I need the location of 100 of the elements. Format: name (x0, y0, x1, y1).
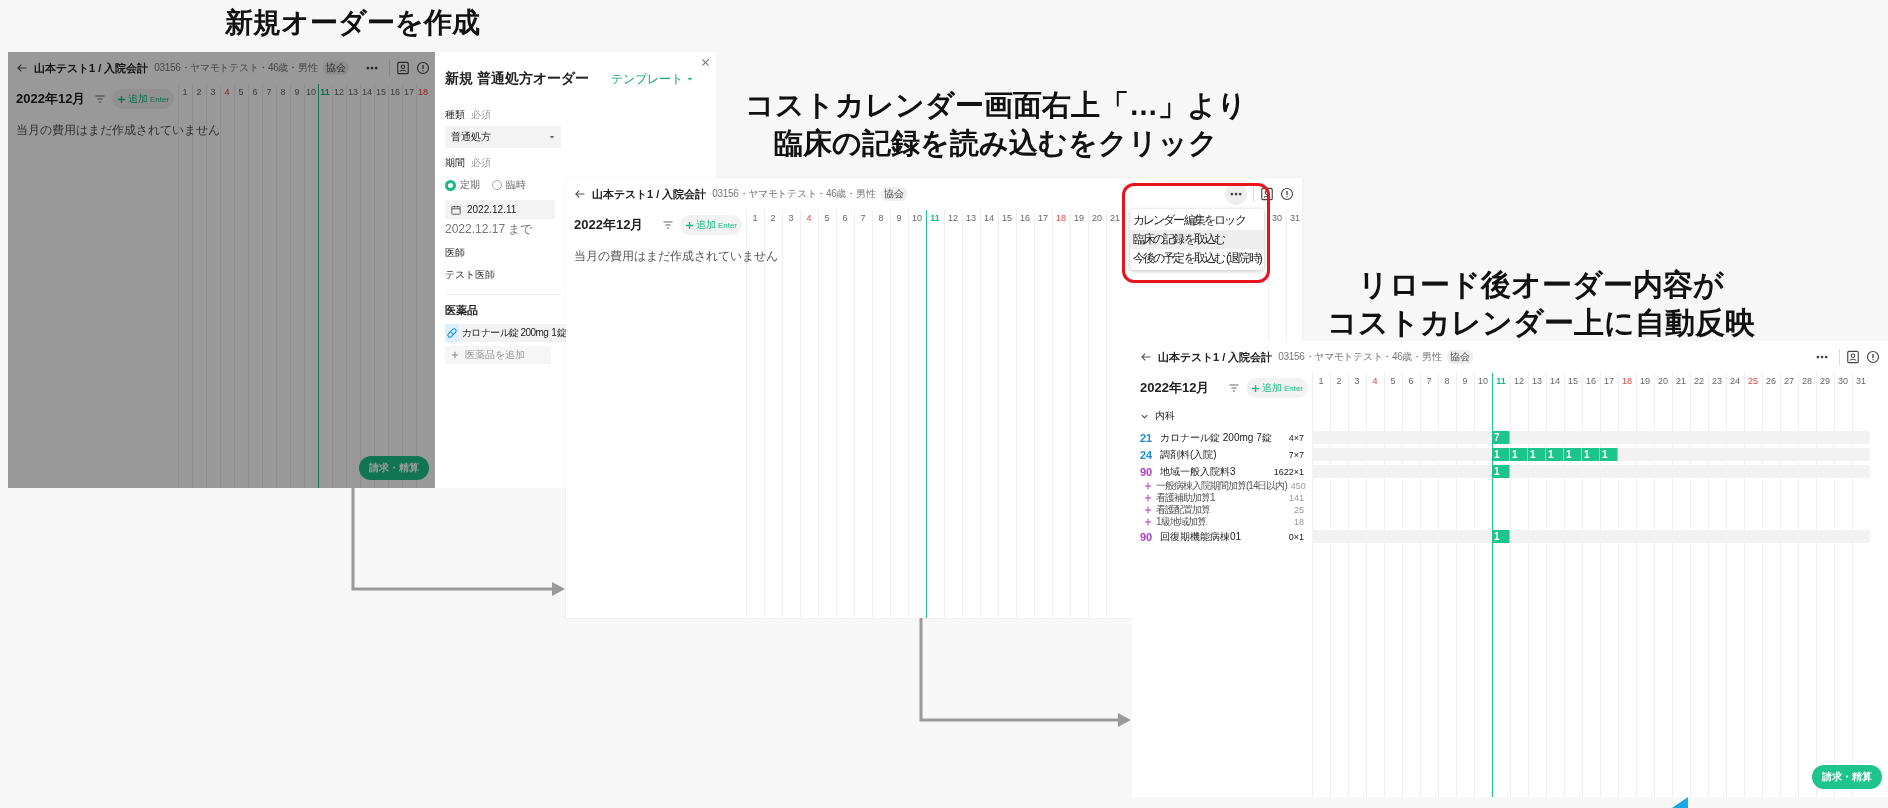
add-button[interactable]: 追加 Enter (679, 215, 742, 235)
info-icon[interactable] (1280, 187, 1294, 201)
date-field[interactable]: 2022.12.11 (445, 200, 555, 219)
day-label: 4 (1371, 376, 1379, 386)
day-label: 2 (769, 213, 777, 223)
day-label: 31 (1855, 376, 1867, 386)
day-label: 18 (1621, 376, 1633, 386)
group-name: 内科 (1155, 409, 1175, 423)
plus-icon (684, 220, 694, 230)
day-label: 22 (1693, 376, 1705, 386)
section-title: 医薬品 (445, 303, 478, 318)
step-caption: 臨床の記録を読み込むをクリック (773, 126, 1219, 161)
month-label: 2022年12月 (1140, 379, 1210, 397)
id-card-icon[interactable] (1846, 350, 1860, 364)
day-label: 5 (1389, 376, 1397, 386)
back-arrow-icon[interactable] (1140, 351, 1152, 363)
day-label: 3 (1353, 376, 1361, 386)
type-select[interactable]: 普通処方 (445, 126, 561, 148)
day-label: 14 (983, 213, 995, 223)
info-icon[interactable] (1866, 350, 1880, 364)
day-label: 2 (195, 87, 203, 97)
day-label: 16 (1019, 213, 1031, 223)
day-label: 9 (895, 213, 903, 223)
day-label: 31 (1289, 213, 1301, 223)
field-label: 種類 (445, 108, 465, 122)
info-icon[interactable] (416, 61, 431, 75)
dose-bar[interactable]: 1 (1546, 448, 1564, 461)
addition-points: 18 (1294, 517, 1304, 527)
close-icon[interactable] (701, 58, 710, 67)
add-drug-field[interactable]: 医薬品を追加 (445, 346, 551, 364)
id-card-icon[interactable] (396, 61, 411, 75)
menu-item[interactable]: 臨床の記録を取込む (1129, 230, 1264, 249)
plus-icon (1144, 518, 1152, 526)
day-label: 3 (209, 87, 217, 97)
day-label: 10 (911, 213, 923, 223)
day-label: 8 (877, 213, 885, 223)
page-title: 山本テスト1 / 入院会計 (1158, 349, 1273, 365)
back-arrow-icon[interactable] (574, 188, 586, 200)
quantity: 0×1 (1288, 531, 1305, 542)
patient-info: 03156・ヤマモトテスト・46歳・男性 (712, 187, 876, 201)
day-label: 10 (1477, 376, 1489, 386)
billing-button[interactable]: 請求・精算 (359, 456, 429, 480)
addition-points: 450 (1290, 481, 1306, 491)
day-label: 9 (293, 87, 301, 97)
id-card-icon[interactable] (1260, 187, 1274, 201)
day-label: 16 (1585, 376, 1597, 386)
day-label: 12 (1513, 376, 1525, 386)
day-label: 15 (1001, 213, 1013, 223)
menu-item[interactable]: 今後の予定を取込む (退院時) (1129, 249, 1264, 268)
more-icon[interactable] (1225, 183, 1247, 205)
insurance-tag: 協会 (881, 187, 908, 201)
drug-item[interactable]: カロナール錠 200mg 1錠 (445, 324, 569, 342)
period-radio[interactable]: 臨時 (492, 178, 526, 192)
period-radio[interactable]: 定期 (445, 178, 480, 192)
pointer-icon (1672, 797, 1688, 808)
dose-bar[interactable]: 1 (1492, 465, 1510, 478)
day-label: 1 (181, 87, 189, 97)
empty-message: 当月の費用はまだ作成されていません (574, 249, 778, 263)
day-label: 24 (1729, 376, 1741, 386)
day-label: 5 (237, 87, 245, 97)
page-title: 山本テスト1 / 入院会計 (34, 60, 149, 76)
day-label: 11 (929, 213, 941, 223)
day-label: 29 (1819, 376, 1831, 386)
field-label: 期間 (445, 156, 465, 170)
dose-bar[interactable]: 1 (1492, 530, 1510, 543)
dose-bar[interactable]: 1 (1528, 448, 1546, 461)
day-label: 7 (265, 87, 273, 97)
day-label: 28 (1801, 376, 1813, 386)
day-label: 23 (1711, 376, 1723, 386)
back-arrow-icon[interactable] (16, 62, 28, 74)
day-label: 18 (417, 87, 429, 97)
category-code: 90 (1140, 465, 1154, 478)
day-label: 30 (1837, 376, 1849, 386)
step-caption: コストカレンダー画面右上「…」より (745, 88, 1247, 123)
template-dropdown[interactable]: テンプレート (610, 70, 693, 88)
step-caption: コストカレンダー上に自動反映 (1327, 305, 1755, 341)
item-name: 調剤料(入院) (1160, 447, 1217, 462)
add-button[interactable]: 追加 Enter (111, 89, 174, 109)
field-label: 医師 (445, 246, 465, 260)
day-label: 2 (1335, 376, 1343, 386)
day-label: 5 (823, 213, 831, 223)
day-label: 21 (1675, 376, 1687, 386)
form-title: 新規 普通処方オーダー (445, 70, 589, 88)
day-label: 7 (859, 213, 867, 223)
billing-button[interactable]: 請求・精算 (1812, 765, 1882, 789)
day-label: 19 (1073, 213, 1085, 223)
day-label: 19 (1639, 376, 1651, 386)
required-note: 必須 (471, 156, 491, 170)
dose-bar[interactable]: 1 (1582, 448, 1600, 461)
dose-bar[interactable]: 1 (1492, 448, 1510, 461)
add-button[interactable]: 追加 Enter (1245, 378, 1308, 398)
plus-icon (1144, 506, 1152, 514)
plus-icon (1144, 494, 1152, 502)
menu-item[interactable]: カレンダー編集をロック (1129, 211, 1264, 230)
dose-bar[interactable]: 1 (1564, 448, 1582, 461)
dose-bar[interactable]: 1 (1510, 448, 1528, 461)
dose-bar[interactable]: 1 (1600, 448, 1618, 461)
plus-icon (1250, 383, 1260, 393)
day-label: 18 (1055, 213, 1067, 223)
dose-bar[interactable]: 7 (1492, 431, 1510, 444)
